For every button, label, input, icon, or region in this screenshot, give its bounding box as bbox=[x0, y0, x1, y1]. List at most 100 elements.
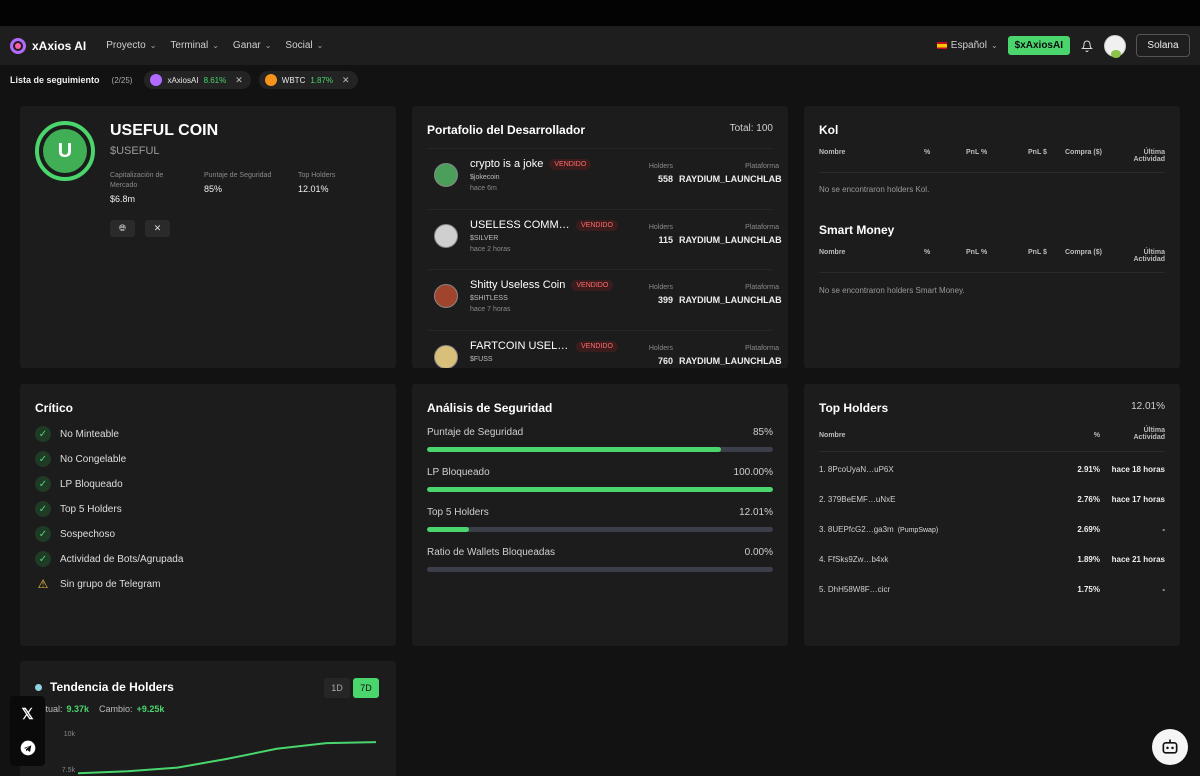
holder-row[interactable]: 5. DhH58W8F…cicr 1.75% - bbox=[819, 576, 1165, 606]
col-activity: Última Actividad bbox=[1133, 427, 1165, 441]
close-icon[interactable]: ✕ bbox=[235, 75, 243, 86]
security-label: Top 5 Holders bbox=[427, 507, 489, 518]
holder-row[interactable]: 1. 8PcoUyaN…uP6X 2.91% hace 18 horas bbox=[819, 456, 1165, 486]
trend-change: Cambio: +9.25k bbox=[99, 704, 164, 714]
holders-label: Holders bbox=[648, 345, 673, 352]
holders-value: 760 bbox=[657, 356, 673, 366]
dev-token-time: hace 7 horas bbox=[470, 306, 511, 313]
security-row: Puntaje de Seguridad 85% bbox=[427, 427, 773, 452]
globe-icon: 🌐︎ bbox=[118, 223, 127, 233]
dev-token-time: hace 6m bbox=[470, 185, 497, 192]
nav-social[interactable]: Social ⌄ bbox=[285, 40, 323, 51]
col-pnl-usd: PnL $ bbox=[1028, 149, 1047, 156]
social-float-panel: 𝕏 bbox=[10, 696, 45, 766]
col-activity-1: Última bbox=[1143, 249, 1165, 256]
dev-portfolio-card: Portafolio del Desarrollador Total: 100 … bbox=[412, 106, 788, 368]
watchlist-bar: Lista de seguimiento (2/25) xAxiosAI 8.6… bbox=[0, 65, 1200, 95]
chevron-down-icon: ⌄ bbox=[212, 41, 219, 50]
platform-label: Plataforma bbox=[745, 163, 779, 170]
dev-token-item[interactable]: USELESS COMMOD… VENDIDO $SILVER hace 2 ho… bbox=[427, 209, 782, 264]
col-pct: % bbox=[924, 149, 931, 156]
platform-value: RAYDIUM_LAUNCHLAB bbox=[679, 174, 782, 184]
critical-label: Sin grupo de Telegram bbox=[60, 578, 161, 590]
check-icon: ✓ bbox=[35, 551, 51, 567]
holder-address[interactable]: 3. 8UEPfcG2…ga3m (PumpSwap) bbox=[819, 525, 938, 534]
dev-token-name: FARTCOIN USELES… bbox=[470, 340, 570, 352]
holder-address[interactable]: 4. FfSks9Zw…b4xk bbox=[819, 555, 888, 564]
x-icon[interactable]: 𝕏 bbox=[19, 705, 36, 723]
spain-flag-icon bbox=[936, 42, 947, 49]
critical-item: ✓ No Minteable bbox=[35, 426, 119, 442]
close-icon[interactable]: ✕ bbox=[342, 75, 350, 86]
holders-value: 399 bbox=[657, 295, 673, 305]
y-tick-label: 10k bbox=[64, 731, 76, 738]
toggle-1d[interactable]: 1D bbox=[324, 678, 350, 698]
holder-row[interactable]: 4. FfSks9Zw…b4xk 1.89% hace 21 horas bbox=[819, 546, 1165, 576]
critical-card: Crítico ✓ No Minteable ✓ No Congelable ✓ LP… bbox=[20, 384, 396, 646]
holder-address[interactable]: 2. 379BeEMF…uNxE bbox=[819, 495, 895, 504]
holder-pct: 2.76% bbox=[1077, 495, 1100, 504]
holders-label: Holders bbox=[648, 284, 673, 291]
col-activity-2: Actividad bbox=[1133, 156, 1165, 163]
dev-token-item[interactable]: FARTCOIN USELES… VENDIDO $FUSS Holders 760… bbox=[427, 330, 782, 368]
check-icon: ✓ bbox=[35, 451, 51, 467]
security-label: Ratio de Wallets Bloqueadas bbox=[427, 547, 556, 558]
kol-table-header: Nombre % PnL % PnL $ Compra ($) Última Ac… bbox=[819, 149, 1165, 173]
col-buy: Compra ($) bbox=[1065, 249, 1102, 256]
col-name: Nombre bbox=[819, 432, 846, 439]
progress-bar bbox=[427, 447, 773, 452]
platform-value: RAYDIUM_LAUNCHLAB bbox=[679, 356, 782, 366]
watch-chip[interactable]: xAxiosAI 8.61% ✕ bbox=[144, 71, 251, 89]
chevron-down-icon: ⌄ bbox=[316, 41, 324, 50]
security-value: 12.01% bbox=[739, 507, 773, 518]
brand[interactable]: xAxios AI bbox=[10, 37, 87, 54]
toggle-7d[interactable]: 7D bbox=[353, 678, 379, 698]
kol-card: Kol Nombre % PnL % PnL $ Compra ($) Últi… bbox=[804, 106, 1180, 368]
telegram-icon[interactable] bbox=[19, 739, 36, 756]
critical-label: Actividad de Bots/Agrupada bbox=[60, 553, 184, 565]
token-icon bbox=[434, 345, 458, 368]
progress-fill bbox=[427, 487, 773, 492]
security-label: Puntaje de Seguridad bbox=[427, 427, 524, 438]
website-button[interactable]: 🌐︎ bbox=[110, 220, 135, 237]
holder-address[interactable]: 5. DhH58W8F…cicr bbox=[819, 585, 890, 594]
nav-ganar[interactable]: Ganar ⌄ bbox=[233, 40, 272, 51]
bell-icon[interactable] bbox=[1080, 39, 1094, 53]
smart-empty: No se encontraron holders Smart Money. bbox=[819, 286, 965, 295]
top-holders-total: 12.01% bbox=[1131, 401, 1165, 412]
y-tick-label: 7.5k bbox=[62, 767, 76, 774]
nav-proyecto[interactable]: Proyecto ⌄ bbox=[106, 40, 156, 51]
brand-label: xAxios AI bbox=[32, 38, 87, 53]
x-link-button[interactable]: ✕ bbox=[145, 220, 170, 237]
top-holders-stat: Top Holders 12.01% bbox=[298, 171, 335, 194]
col-activity-2: Actividad bbox=[1133, 256, 1165, 263]
col-pnl-pct: PnL % bbox=[966, 149, 988, 156]
check-icon: ✓ bbox=[35, 476, 51, 492]
holder-row[interactable]: 3. 8UEPfcG2…ga3m (PumpSwap) 2.69% - bbox=[819, 516, 1165, 546]
top-holders-header: Nombre % Última Actividad bbox=[819, 427, 1165, 452]
nav-terminal[interactable]: Terminal ⌄ bbox=[170, 40, 219, 51]
watchlist-count: (2/25) bbox=[111, 75, 133, 85]
dev-token-symbol: $FUSS bbox=[470, 356, 493, 363]
watch-chip[interactable]: WBTC 1.87% ✕ bbox=[258, 71, 358, 89]
col-activity: Última Actividad bbox=[1133, 249, 1165, 263]
holder-pct: 1.89% bbox=[1077, 555, 1100, 564]
security-stat: Puntaje de Seguridad 85% bbox=[204, 171, 271, 194]
holders-trend-card: Tendencia de Holders 1D 7D Actual: 9.37k … bbox=[20, 661, 396, 776]
token-button[interactable]: $xAxiosAI bbox=[1007, 36, 1070, 55]
chain-button[interactable]: Solana bbox=[1136, 34, 1190, 57]
dev-token-item[interactable]: Shitty Useless Coin VENDIDO $SHITLESS hac… bbox=[427, 269, 782, 324]
security-label: LP Bloqueado bbox=[427, 467, 490, 478]
language-selector[interactable]: Español ⌄ bbox=[936, 40, 998, 51]
holder-address[interactable]: 1. 8PcoUyaN…uP6X bbox=[819, 465, 894, 474]
dev-token-name: Shitty Useless Coin bbox=[470, 279, 566, 291]
critical-label: No Minteable bbox=[60, 428, 119, 440]
ai-bot-button[interactable] bbox=[1152, 729, 1188, 765]
avatar[interactable] bbox=[1104, 34, 1126, 58]
dev-token-item[interactable]: crypto is a joke VENDIDO $jokecoin hace 6… bbox=[427, 148, 782, 203]
change-value: +9.25k bbox=[136, 704, 165, 714]
holder-row[interactable]: 2. 379BeEMF…uNxE 2.76% hace 17 horas bbox=[819, 486, 1165, 516]
security-row: Ratio de Wallets Bloqueadas 0.00% bbox=[427, 547, 773, 572]
token-logo-letter: U bbox=[43, 129, 87, 173]
dev-token-name: USELESS COMMOD… bbox=[470, 219, 570, 231]
